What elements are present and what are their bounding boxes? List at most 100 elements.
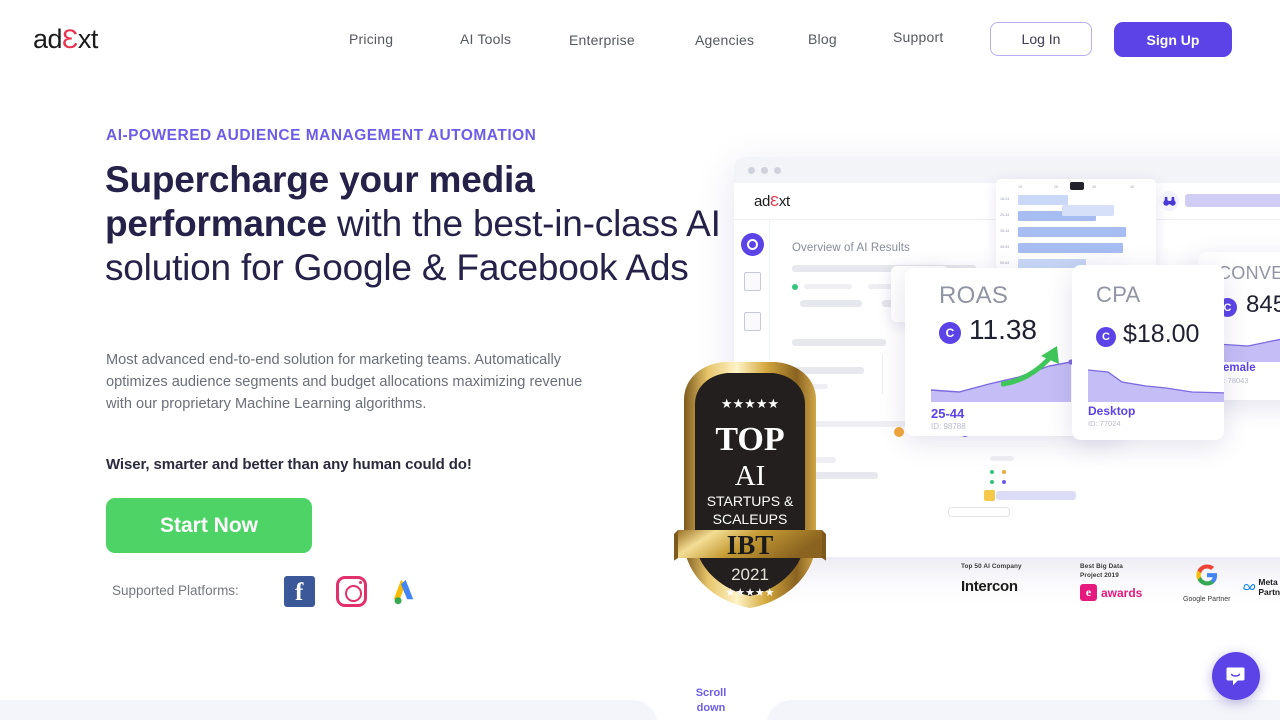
award-name: Google Partner [1183, 596, 1231, 603]
badge-line-ai: AI [735, 460, 766, 492]
kpi-value: 11.38 [969, 314, 1037, 345]
chat-widget-button[interactable] [1212, 652, 1260, 700]
award-meta-partner: Meta Partner [1243, 577, 1280, 597]
hero-eyebrow: AI-POWERED AUDIENCE MANAGEMENT AUTOMATIO… [106, 127, 537, 144]
meta-infinity-icon [1243, 583, 1256, 591]
sidebar-item-overview[interactable] [741, 233, 764, 256]
kpi-id: ID: 98788 [931, 422, 966, 431]
window-dot-green [774, 167, 781, 174]
kpi-subtitle: Desktop [1088, 404, 1136, 418]
dashboard-panel-title: Overview of AI Results [792, 242, 910, 254]
kpi-badge-icon: C [939, 322, 961, 344]
status-dot-orange [894, 427, 904, 437]
award-name: Meta Partner [1258, 577, 1280, 597]
skeleton-button[interactable] [948, 507, 1010, 517]
badge-year: 2021 [731, 565, 769, 584]
scroll-line-2: down [696, 702, 726, 714]
nav-item-agencies[interactable]: Agencies [695, 32, 754, 48]
badge-ribbon-text: IBT [727, 530, 774, 560]
footer-shape-right [766, 700, 1280, 720]
nav-links: Pricing AI Tools Enterprise Agencies Blo… [340, 28, 980, 52]
badge-stars-top: ★★★★★ [721, 397, 779, 412]
supported-platforms-label: Supported Platforms: [112, 583, 239, 598]
binoculars-icon[interactable] [1159, 191, 1179, 211]
hero-subcopy: Most advanced end-to-end solution for ma… [106, 352, 583, 412]
sidebar-item-export[interactable] [744, 312, 761, 331]
panel-divider [882, 354, 883, 394]
bar-label: 35-44 [1000, 229, 1010, 233]
bar-label: 45-54 [1000, 245, 1010, 249]
kpi-badge-icon: C [1096, 327, 1116, 347]
award-intercon: Top 50 AI Company Intercon [961, 563, 1022, 595]
scroll-down-indicator[interactable]: Scroll down [681, 686, 741, 716]
sidebar-item-reports[interactable] [744, 272, 761, 291]
legend-dot-green [990, 470, 994, 474]
brand-logo[interactable]: adƐxt [33, 22, 98, 56]
bar [1018, 195, 1068, 205]
badge-line-startups: STARTUPS & [707, 493, 794, 509]
dash-logo-post: xt [778, 193, 790, 210]
landing-page: adƐxt Pricing AI Tools Enterprise Agenci… [0, 0, 1280, 720]
growth-arrow-icon [1001, 346, 1059, 387]
skeleton-line [800, 300, 862, 307]
footer-shape-left [0, 700, 658, 720]
top-ai-startups-award-badge: ★★★★★ TOP AI STARTUPS & SCALEUPS IBT 202… [672, 358, 828, 613]
kpi-area-chart [1216, 338, 1280, 362]
skeleton-line [1185, 194, 1280, 207]
award-google-partner: Google Partner [1183, 564, 1230, 603]
kpi-title: CONVERSIONS [1218, 263, 1280, 283]
circle-icon [747, 239, 758, 250]
bar [1018, 227, 1126, 237]
dashboard-logo: adƐxt [754, 193, 790, 210]
skeleton-line [990, 456, 1014, 461]
dashboard-eye-row [1159, 185, 1280, 223]
legend-dot-orange [1002, 470, 1006, 474]
legend-dot-purple [1002, 480, 1006, 484]
award-name: Intercon [961, 577, 1018, 595]
badge-line-top: TOP [715, 421, 784, 458]
kpi-id: ID: 77024 [1088, 419, 1121, 428]
kpi-subtitle: 25-44 [931, 406, 965, 421]
chart-tooltip-marker [1070, 182, 1084, 190]
kpi-title: CPA [1096, 282, 1141, 307]
nav-item-blog[interactable]: Blog [808, 31, 837, 47]
facebook-icon[interactable] [284, 576, 315, 608]
nav-item-pricing[interactable]: Pricing [349, 31, 393, 47]
bar-label: 18-24 [1000, 197, 1010, 201]
bar-label: 55-64 [1000, 261, 1010, 265]
instagram-icon[interactable] [336, 576, 367, 607]
skeleton-line [792, 339, 886, 346]
badge-stars-bottom: ★★★★★ [725, 586, 774, 599]
nav-item-enterprise[interactable]: Enterprise [569, 32, 635, 48]
kpi-value: 845 [1246, 291, 1280, 318]
top-navigation-bar: adƐxt Pricing AI Tools Enterprise Agenci… [0, 0, 1280, 78]
chat-bubble-icon [1226, 667, 1245, 686]
award-caption: Best Big Data Project 2019 [1080, 563, 1123, 579]
dash-logo-sigma: Ɛ [770, 193, 779, 210]
logo-text-post: xt [77, 24, 99, 54]
signup-button[interactable]: Sign Up [1114, 22, 1232, 57]
dash-logo-pre: ad [754, 193, 771, 210]
google-ads-icon[interactable] [388, 576, 419, 607]
legend-dot-green [990, 480, 994, 484]
kpi-area-chart [1088, 369, 1224, 402]
nav-item-support[interactable]: Support [893, 29, 943, 45]
login-button[interactable]: Log In [990, 22, 1092, 56]
kpi-card-cpa: CPA C $18.00 Desktop ID: 77024 [1072, 265, 1224, 440]
bar-chart-card: 10 20 30 40 18-24 25-34 35-44 45-54 55-6… [996, 179, 1156, 269]
hero-headline: Supercharge your media performance with … [105, 158, 745, 290]
axis-tick: 30 [1092, 185, 1096, 189]
chart-tooltip [1062, 205, 1114, 216]
axis-tick: 10 [1018, 185, 1022, 189]
window-dot-yellow [761, 167, 768, 174]
logo-sigma-glyph: Ɛ [62, 24, 78, 54]
axis-tick: 20 [1054, 185, 1058, 189]
google-g-icon [1196, 564, 1217, 586]
logo-text-pre: ad [33, 24, 63, 54]
skeleton-line [996, 491, 1076, 500]
status-dot-green [792, 284, 798, 290]
nav-item-ai-tools[interactable]: AI Tools [460, 31, 511, 47]
start-now-button[interactable]: Start Now [106, 498, 312, 553]
skeleton-line [804, 284, 852, 289]
award-caption: Top 50 AI Company [961, 563, 1022, 570]
